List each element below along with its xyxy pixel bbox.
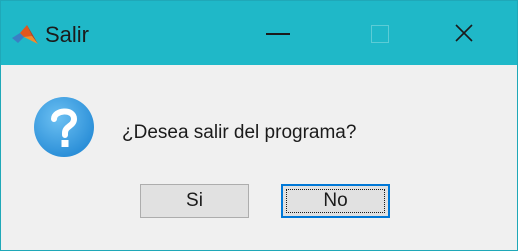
maximize-button[interactable] (340, 1, 408, 65)
maximize-icon (371, 25, 389, 43)
dialog-body: ¿Desea salir del programa? Si No (1, 65, 517, 250)
yes-button[interactable]: Si (140, 184, 249, 218)
no-button-label: No (323, 190, 348, 211)
dialog-window: Salir ¿Desea salir del programa? Si No (0, 0, 518, 251)
no-button[interactable]: No (281, 184, 390, 218)
minimize-icon (266, 33, 290, 35)
dialog-message: ¿Desea salir del programa? (122, 122, 357, 143)
close-button[interactable] (431, 1, 499, 65)
minimize-button[interactable] (244, 1, 312, 65)
yes-button-label: Si (186, 190, 203, 211)
matlab-icon (12, 25, 38, 44)
title-bar[interactable]: Salir (1, 1, 517, 65)
question-icon (34, 97, 94, 157)
window-title: Salir (45, 22, 90, 47)
close-icon (455, 24, 473, 42)
